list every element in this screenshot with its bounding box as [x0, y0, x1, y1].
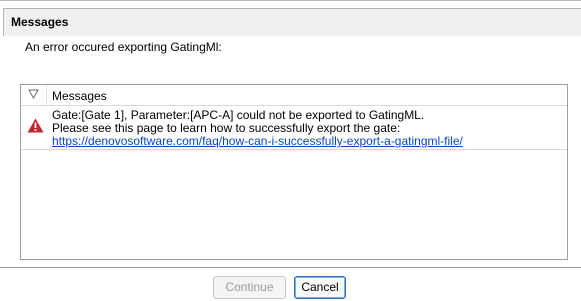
message-line-1: Gate:[Gate 1], Parameter:[APC-A] could n… [52, 108, 425, 122]
grid-header: Messages [21, 85, 567, 106]
filter-icon[interactable] [28, 89, 39, 99]
message-line-2: Please see this page to learn how to suc… [52, 121, 401, 135]
cancel-button[interactable]: Cancel [294, 276, 346, 299]
header-title: Messages [11, 15, 69, 29]
top-border [0, 0, 581, 1]
continue-button[interactable]: Continue [213, 276, 286, 299]
export-error-dialog: Messages An error occured exporting Gati… [0, 0, 581, 301]
filter-cell[interactable] [21, 85, 47, 105]
messages-grid[interactable]: Messages Gate:[Gate 1], Parameter:[APC-A… [20, 84, 568, 260]
footer-separator [0, 267, 581, 268]
help-link[interactable]: https://denovosoftware.com/faq/how-can-i… [52, 134, 463, 148]
message-row[interactable]: Gate:[Gate 1], Parameter:[APC-A] could n… [21, 106, 567, 150]
error-intro-text: An error occured exporting GatingMl: [25, 40, 222, 54]
warning-triangle-icon [27, 118, 44, 133]
column-header-messages[interactable]: Messages [52, 89, 107, 103]
messages-header: Messages [3, 8, 581, 36]
